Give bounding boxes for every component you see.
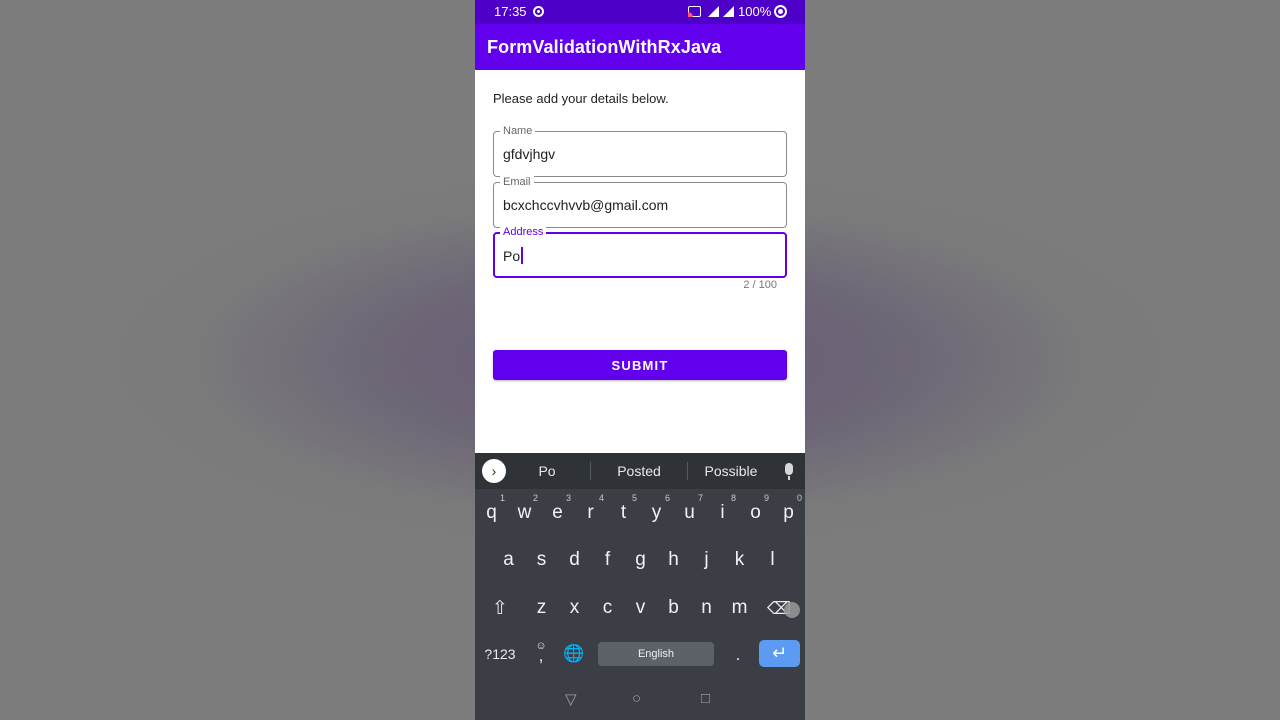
key-e[interactable]: 3e (541, 493, 574, 524)
suggestion-3[interactable]: Possible (686, 463, 776, 479)
intro-text: Please add your details below. (493, 91, 669, 106)
suggestion-divider (590, 462, 591, 480)
key-j[interactable]: j (690, 549, 723, 571)
battery-icon (774, 5, 787, 18)
status-bar: 17:35 100% (475, 0, 805, 24)
cast-icon (688, 6, 701, 17)
key-q[interactable]: 1q (475, 493, 508, 524)
address-label: Address (500, 225, 547, 239)
email-input[interactable]: bcxchccvhvvb@gmail.com (503, 197, 668, 213)
home-circle-icon[interactable]: ○ (632, 690, 641, 707)
key-z[interactable]: z (525, 597, 558, 619)
address-input[interactable]: Po (503, 247, 523, 264)
key-m[interactable]: m (723, 597, 756, 619)
space-bar[interactable]: English (598, 642, 714, 666)
suggestion-bar: › Po Posted Possible (475, 453, 805, 489)
submit-button[interactable]: SUBMIT (493, 350, 787, 380)
address-value: Po (503, 248, 521, 264)
phone-screen: 17:35 100% FormValidationWithRxJava Plea… (475, 0, 805, 720)
name-label: Name (500, 124, 536, 138)
key-g[interactable]: g (624, 549, 657, 571)
email-label: Email (500, 175, 534, 189)
symbols-key[interactable]: ?123 (480, 646, 520, 662)
app-title: FormValidationWithRxJava (487, 37, 722, 57)
address-field[interactable]: Address Po (493, 225, 787, 278)
address-char-counter: 2 / 100 (743, 279, 777, 291)
form-container: Please add your details below. Name gfdv… (475, 70, 805, 453)
period-key[interactable]: . (731, 645, 745, 665)
wifi-signal-icon (708, 6, 719, 17)
email-field[interactable]: Email bcxchccvhvvb@gmail.com (493, 175, 787, 228)
microphone-icon[interactable] (785, 463, 793, 480)
key-p[interactable]: 0p (772, 493, 805, 524)
key-x[interactable]: x (558, 597, 591, 619)
recents-square-icon[interactable]: □ (701, 690, 710, 707)
suggestion-2[interactable]: Posted (594, 463, 684, 479)
suggestion-1[interactable]: Po (502, 463, 592, 479)
key-s[interactable]: s (525, 549, 558, 571)
key-i[interactable]: 8i (706, 493, 739, 524)
enter-icon[interactable]: ↵ (759, 640, 800, 667)
touch-indicator (784, 602, 800, 618)
name-field[interactable]: Name gfdvjhgv (493, 124, 787, 177)
app-bar: FormValidationWithRxJava (475, 24, 805, 70)
name-input[interactable]: gfdvjhgv (503, 146, 555, 162)
key-f[interactable]: f (591, 549, 624, 571)
key-t[interactable]: 5t (607, 493, 640, 524)
text-cursor (521, 247, 523, 264)
key-l[interactable]: l (756, 549, 789, 571)
key-b[interactable]: b (657, 597, 690, 619)
navigation-bar: ▽ ○ □ (475, 680, 805, 720)
key-y[interactable]: 6y (640, 493, 673, 524)
key-d[interactable]: d (558, 549, 591, 571)
key-k[interactable]: k (723, 549, 756, 571)
key-c[interactable]: c (591, 597, 624, 619)
key-h[interactable]: h (657, 549, 690, 571)
key-r[interactable]: 4r (574, 493, 607, 524)
key-v[interactable]: v (624, 597, 657, 619)
key-w[interactable]: 2w (508, 493, 541, 524)
battery-percent: 100% (738, 4, 772, 19)
key-o[interactable]: 9o (739, 493, 772, 524)
status-time: 17:35 (494, 4, 527, 19)
soft-keyboard: › Po Posted Possible 1q 2w 3e 4r 5t 6y 7… (475, 453, 805, 720)
record-icon (533, 6, 544, 17)
shift-icon[interactable]: ⇧ (487, 597, 513, 620)
cell-signal-icon (723, 6, 734, 17)
key-a[interactable]: a (492, 549, 525, 571)
comma-key[interactable]: , (532, 646, 550, 666)
key-n[interactable]: n (690, 597, 723, 619)
key-u[interactable]: 7u (673, 493, 706, 524)
back-triangle-icon[interactable]: ▽ (565, 690, 577, 708)
globe-icon[interactable]: 🌐 (563, 644, 585, 664)
